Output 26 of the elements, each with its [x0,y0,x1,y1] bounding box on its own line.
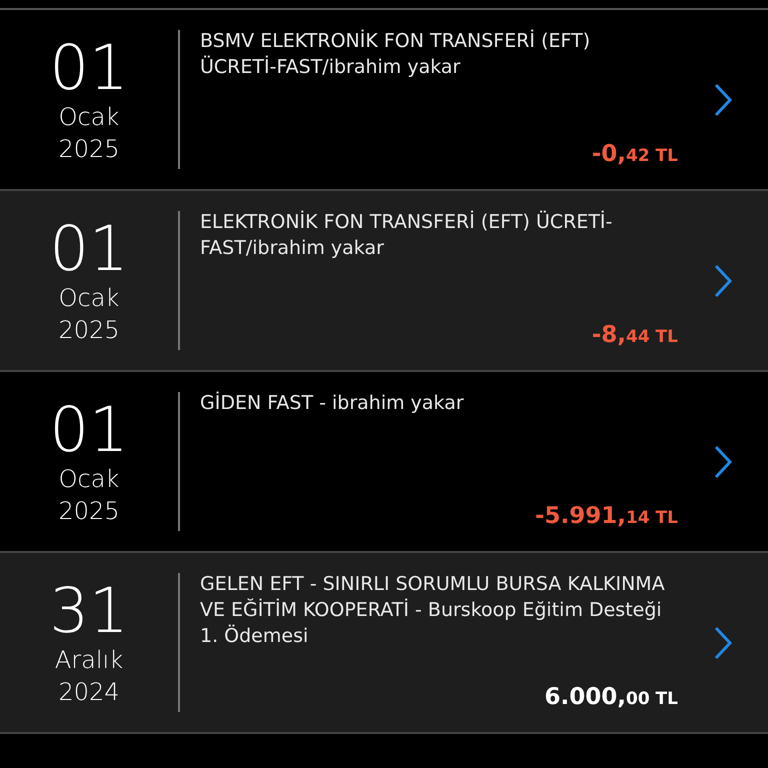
amount: -0,42 TL [592,140,678,168]
chevron-right-icon [713,444,733,478]
month: Ocak [58,282,120,314]
day: 01 [50,216,128,282]
transaction-row[interactable]: 31 Aralık 2024 GELEN EFT - SINIRLI SORUMLU BURSA KALKINMA VE EĞİTİM KOOPERATİ - Burskoop Eğitim Desteği 1. Ödemesi 6.000,00 TL [0,553,768,734]
chevron-right-icon [713,82,733,116]
day: 31 [50,578,128,644]
chevron-right-icon [713,626,733,660]
year: 2025 [58,496,120,526]
transaction-description: ELEKTRONİK FON TRANSFERİ (EFT) ÜCRETİ-FAST/ibrahim yakar [200,210,614,261]
transaction-row[interactable]: 01 Ocak 2025 ELEKTRONİK FON TRANSFERİ (EFT) ÜCRETİ-FAST/ibrahim yakar -8,44 TL [0,191,768,372]
day: 01 [50,396,128,462]
year: 2025 [58,314,120,346]
year: 2025 [58,134,120,164]
amount: -5.991,14 TL [534,502,678,530]
amount: -8,44 TL [592,320,678,350]
transaction-description: GELEN EFT - SINIRLI SORUMLU BURSA KALKINMA VE EĞİTİM KOOPERATİ - Burskoop Eğitim Desteği 1. Ödemesi [200,572,666,649]
transaction-description: GİDEN FAST - ibrahim yakar [200,390,465,416]
month: Ocak [58,102,120,132]
chevron-right-icon [713,264,733,298]
amount: 6.000,00 TL [544,682,678,712]
month: Aralık [54,644,124,676]
day: 01 [50,34,128,100]
month: Ocak [58,464,120,494]
year: 2024 [58,676,120,708]
transaction-description: BSMV ELEKTRONİK FON TRANSFERİ (EFT) ÜCRETİ-FAST/ibrahim yakar [200,28,592,80]
